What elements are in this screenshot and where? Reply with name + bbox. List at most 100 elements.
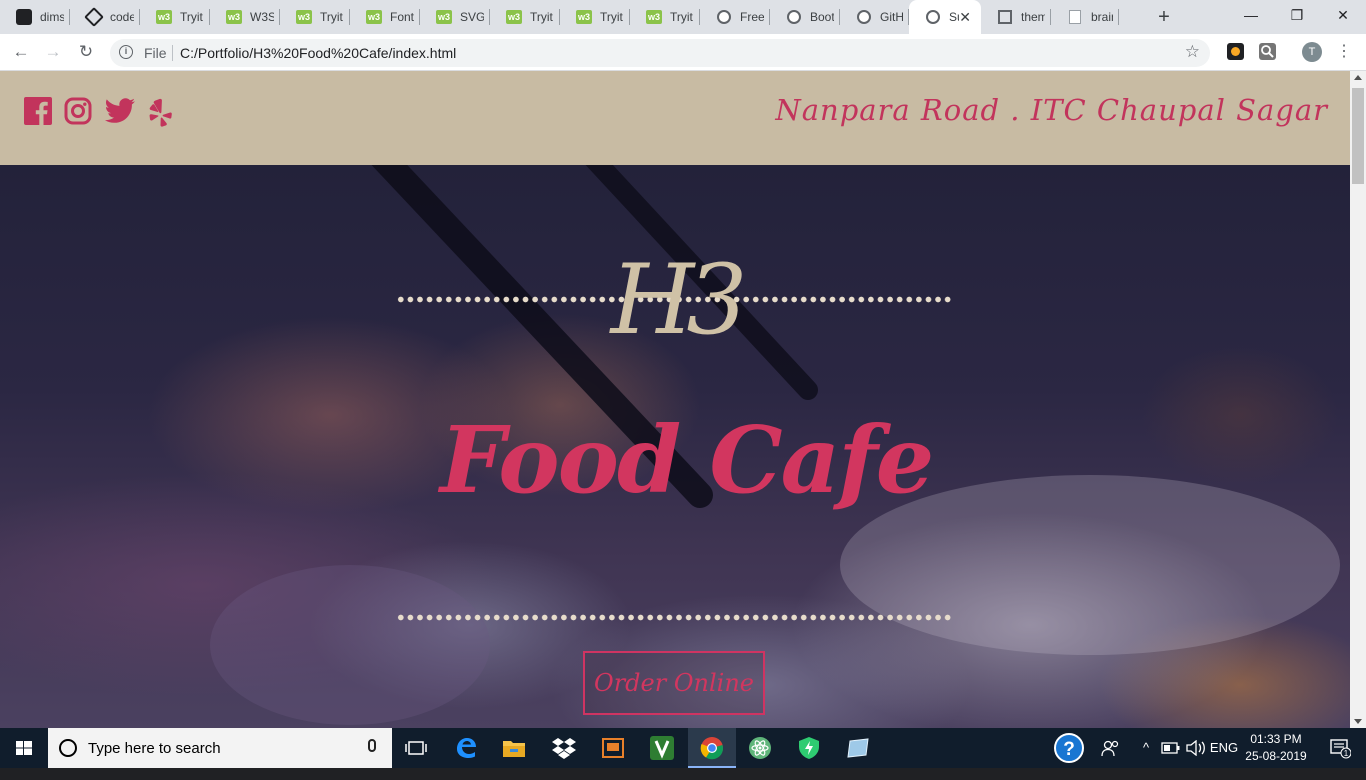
- extension-icon-1[interactable]: [1227, 43, 1244, 60]
- browser-tab[interactable]: Boots: [770, 0, 840, 34]
- page-viewport: Nanpara Road . ITC Chaupal Sagar H3 Food…: [0, 71, 1350, 728]
- site-info-icon[interactable]: i: [119, 45, 133, 59]
- cafe-address: Nanpara Road . ITC Chaupal Sagar: [775, 93, 1328, 127]
- order-online-button[interactable]: Order Online: [583, 651, 765, 715]
- browser-tab[interactable]: w3 W3Sc: [210, 0, 280, 34]
- new-tab-button[interactable]: +: [1152, 6, 1176, 28]
- browser-tab[interactable]: w3 Tryit E: [140, 0, 210, 34]
- maximize-button[interactable]: ❐: [1274, 0, 1320, 30]
- back-button[interactable]: ←: [9, 40, 33, 64]
- start-button[interactable]: [0, 728, 48, 768]
- minimize-button[interactable]: —: [1228, 0, 1274, 30]
- browser-tab[interactable]: GitHu: [840, 0, 909, 34]
- url-text[interactable]: C:/Portfolio/H3%20Food%20Cafe/index.html: [180, 45, 456, 61]
- dark-app-icon: [16, 9, 32, 25]
- forward-button[interactable]: →: [41, 40, 65, 64]
- globe-icon: [786, 9, 802, 25]
- cortana-icon: [59, 739, 77, 757]
- taskbar-clock[interactable]: 01:33 PM 25-08-2019: [1236, 731, 1316, 765]
- browser-tab[interactable]: thema: [981, 0, 1051, 34]
- action-center-icon[interactable]: 1: [1322, 728, 1358, 768]
- browser-menu-icon[interactable]: ⋮: [1336, 42, 1352, 62]
- microphone-icon[interactable]: [368, 739, 376, 752]
- battery-icon[interactable]: [1160, 728, 1182, 768]
- tab-title: Tryit E: [670, 10, 694, 24]
- browser-tab[interactable]: w3 Font A: [350, 0, 420, 34]
- close-window-button[interactable]: ✕: [1320, 0, 1366, 30]
- site-header: Nanpara Road . ITC Chaupal Sagar: [0, 71, 1350, 165]
- tab-title: dimse: [40, 10, 64, 24]
- address-bar[interactable]: i File C:/Portfolio/H3%20Food%20Cafe/ind…: [110, 39, 1210, 67]
- yelp-icon[interactable]: [146, 97, 176, 127]
- atom-icon[interactable]: [736, 728, 784, 768]
- browser-tab[interactable]: brainl: [1051, 0, 1119, 34]
- people-icon[interactable]: [1098, 728, 1122, 768]
- tab-title: thema: [1021, 10, 1045, 24]
- globe-icon: [716, 9, 732, 25]
- w3schools-icon: w3: [506, 10, 522, 24]
- task-view-icon[interactable]: [392, 728, 440, 768]
- tab-title: codep: [110, 10, 134, 24]
- help-icon[interactable]: ?: [1052, 728, 1086, 768]
- scroll-down-arrow-icon[interactable]: [1354, 719, 1362, 724]
- facebook-icon[interactable]: [24, 97, 54, 127]
- notification-count: 1: [1344, 749, 1349, 758]
- chrome-icon[interactable]: [688, 728, 736, 768]
- document-icon: [1067, 9, 1083, 25]
- presentation-app-icon[interactable]: [589, 728, 637, 768]
- browser-tab[interactable]: w3 Tryit E: [490, 0, 560, 34]
- volume-icon[interactable]: [1185, 728, 1207, 768]
- hero-title: Food Cafe: [440, 406, 934, 514]
- file-explorer-icon[interactable]: [490, 728, 538, 768]
- dropbox-icon[interactable]: [540, 728, 588, 768]
- taskbar-search-box[interactable]: Type here to search: [48, 728, 392, 768]
- profile-avatar[interactable]: T: [1302, 42, 1322, 62]
- w3schools-icon: w3: [296, 10, 312, 24]
- browser-tab-strip: + — ❐ ✕ dimse codep w3 Tryit E w3 W3Sc w3 Tryit…: [0, 0, 1366, 34]
- green-app-icon[interactable]: [638, 728, 686, 768]
- bottom-dotted-divider: [396, 614, 952, 621]
- language-indicator[interactable]: ENG: [1209, 728, 1239, 768]
- tab-title: brainl: [1091, 10, 1113, 24]
- browser-tab[interactable]: Freela: [700, 0, 770, 34]
- scroll-thumb[interactable]: [1352, 88, 1364, 184]
- tab-title: Tryit E: [180, 10, 204, 24]
- w3schools-icon: w3: [646, 10, 662, 24]
- tab-title: Freela: [740, 10, 764, 24]
- tab-title: SVG C: [460, 10, 484, 24]
- browser-tab[interactable]: w3 Tryit E: [280, 0, 350, 34]
- w3schools-icon: w3: [226, 10, 242, 24]
- h3-logo: H3: [610, 244, 748, 356]
- reload-button[interactable]: ↻: [74, 40, 98, 64]
- help-glyph: ?: [1063, 739, 1075, 760]
- scroll-up-arrow-icon[interactable]: [1354, 75, 1362, 80]
- page-scrollbar[interactable]: [1350, 71, 1366, 728]
- notes-app-icon[interactable]: [834, 728, 882, 768]
- bookmark-star-icon[interactable]: ☆: [1185, 42, 1200, 62]
- globe-icon: [925, 9, 941, 25]
- windows-logo-icon: [16, 741, 32, 755]
- browser-tab[interactable]: codep: [70, 0, 140, 34]
- tab-title: W3Sc: [250, 10, 274, 24]
- page-square-icon: [997, 9, 1013, 25]
- codepen-icon: [84, 7, 104, 27]
- twitter-icon[interactable]: [104, 97, 135, 127]
- close-tab-icon[interactable]: ✕: [959, 9, 971, 25]
- browser-tab[interactable]: dimse: [0, 0, 70, 34]
- tab-title: Su: [949, 10, 959, 24]
- w3schools-icon: w3: [366, 10, 382, 24]
- shield-app-icon[interactable]: [785, 728, 833, 768]
- clock-date: 25-08-2019: [1245, 749, 1307, 763]
- browser-tab[interactable]: w3 Tryit E: [560, 0, 630, 34]
- instagram-icon[interactable]: [64, 97, 94, 127]
- search-extension-icon[interactable]: [1259, 43, 1276, 60]
- w3schools-icon: w3: [156, 10, 172, 24]
- show-hidden-icons-chevron-icon[interactable]: ^: [1137, 728, 1155, 768]
- w3schools-icon: w3: [576, 10, 592, 24]
- url-divider: [172, 45, 173, 61]
- browser-tab[interactable]: w3 Tryit E: [630, 0, 700, 34]
- tab-title: Tryit E: [530, 10, 554, 24]
- browser-tab[interactable]: Su✕: [909, 0, 981, 34]
- edge-icon[interactable]: [442, 728, 490, 768]
- browser-tab[interactable]: w3 SVG C: [420, 0, 490, 34]
